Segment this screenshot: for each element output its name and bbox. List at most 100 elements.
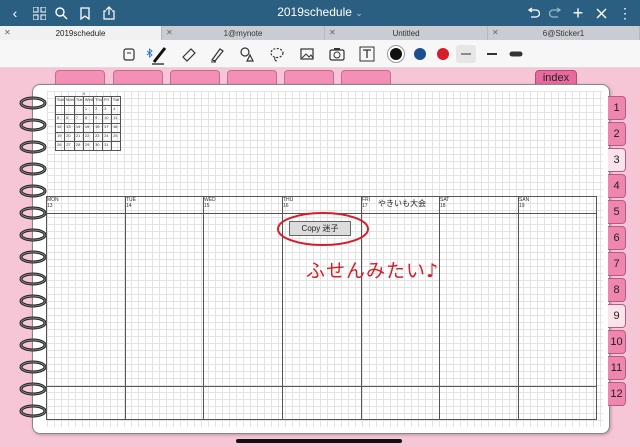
month-tab-12[interactable]: 12 <box>608 382 626 406</box>
document-title-text: 2019schedule <box>277 5 352 19</box>
month-tab-3[interactable]: 3 <box>608 148 626 172</box>
mini-calendar: Sun Mon Tue Wed Thu Fri Sat 1 2 3 4 5 6 … <box>54 96 122 151</box>
day-cell[interactable]: 12 <box>54 123 66 133</box>
lasso-icon[interactable] <box>268 45 286 63</box>
day-cell[interactable] <box>64 105 75 115</box>
day-cell[interactable]: 29 <box>82 141 95 151</box>
close-icon[interactable]: ✕ <box>4 28 11 37</box>
home-indicator[interactable] <box>236 439 402 443</box>
day-cell[interactable]: 5 <box>54 114 66 124</box>
day-cell[interactable]: 31 <box>102 141 113 151</box>
highlighter-icon[interactable] <box>208 45 226 63</box>
day-column-mon[interactable] <box>46 196 47 420</box>
day-cell[interactable]: 18 <box>111 123 122 133</box>
tab-2019schedule[interactable]: ✕ 2019schedule <box>0 26 162 40</box>
month-tab-2[interactable]: 2 <box>608 122 626 146</box>
stroke-thin[interactable] <box>456 45 476 63</box>
close-icon[interactable]: ✕ <box>166 28 173 37</box>
month-tab-11[interactable]: 11 <box>608 356 626 380</box>
day-header-sat: SAT 18 <box>439 196 449 213</box>
day-cell[interactable]: 10 <box>102 114 113 124</box>
day-cell[interactable]: 21 <box>73 132 84 142</box>
month-tab-8[interactable]: 8 <box>608 278 626 302</box>
day-column-wed[interactable] <box>203 196 204 420</box>
color-red[interactable] <box>437 48 449 60</box>
day-cell[interactable]: 20 <box>64 132 75 142</box>
text-tool-icon[interactable] <box>358 45 376 63</box>
day-cell[interactable]: 25 <box>111 132 122 142</box>
sticky-note[interactable]: Copy 迷子 <box>289 221 351 236</box>
handwritten-annotation[interactable]: ふせんみたい♪ <box>306 256 439 283</box>
tab-untitled[interactable]: ✕ Untitled <box>325 26 488 40</box>
month-tab-9[interactable]: 9 <box>608 304 626 328</box>
day-cell[interactable] <box>54 105 66 115</box>
day-cell[interactable]: 3 <box>102 105 113 115</box>
close-icon[interactable]: ✕ <box>492 28 499 37</box>
day-date: 19 <box>519 203 525 209</box>
day-cell[interactable]: 7 <box>73 114 84 124</box>
day-cell[interactable] <box>111 141 122 151</box>
day-cell[interactable]: 23 <box>93 132 104 142</box>
weekday-label: Fri <box>102 96 113 106</box>
undo-icon[interactable] <box>524 4 542 22</box>
day-cell[interactable]: 6 <box>64 114 75 124</box>
month-tab-7[interactable]: 7 <box>608 252 626 276</box>
friday-event-note[interactable]: やきいも大会 <box>378 198 426 209</box>
day-cell[interactable]: 11 <box>111 114 122 124</box>
day-cell[interactable]: 15 <box>82 123 95 133</box>
tab-mynote[interactable]: ✕ 1@mynote <box>162 26 325 40</box>
add-page-icon[interactable]: + <box>569 3 587 23</box>
day-cell[interactable]: 27 <box>64 141 75 151</box>
day-column-sat[interactable] <box>439 196 440 420</box>
day-cell[interactable]: 14 <box>73 123 84 133</box>
day-cell[interactable]: 13 <box>64 123 75 133</box>
day-cell[interactable]: 2 <box>93 105 104 115</box>
day-cell[interactable]: 8 <box>82 114 95 124</box>
tools-icon[interactable] <box>592 4 610 22</box>
drawing-toolbar <box>0 40 640 68</box>
camera-icon[interactable] <box>328 45 346 63</box>
day-cell[interactable]: 9 <box>93 114 104 124</box>
month-tab-6[interactable]: 6 <box>608 226 626 250</box>
ring-icon <box>19 184 47 198</box>
day-cell[interactable]: 26 <box>54 141 66 151</box>
ring-icon <box>19 162 47 176</box>
day-cell[interactable]: 17 <box>102 123 113 133</box>
stroke-medium[interactable] <box>482 45 502 63</box>
tab-sticker1[interactable]: ✕ 6@Sticker1 <box>488 26 640 40</box>
eraser-icon[interactable] <box>180 45 198 63</box>
nav-bar: ‹ 2019schedule ⌄ + ⋮ <box>0 0 640 26</box>
tab-label: 6@Sticker1 <box>542 28 585 38</box>
pen-icon[interactable] <box>150 45 168 65</box>
day-column-sun[interactable] <box>518 196 519 420</box>
day-cell[interactable]: 24 <box>102 132 113 142</box>
color-black[interactable] <box>390 48 402 60</box>
day-date: 15 <box>204 203 210 209</box>
day-cell[interactable]: 28 <box>73 141 84 151</box>
month-tab-1[interactable]: 1 <box>608 96 626 120</box>
day-cell[interactable]: 1 <box>82 105 95 115</box>
day-cell[interactable]: 30 <box>93 141 104 151</box>
document-title[interactable]: 2019schedule ⌄ <box>0 5 640 19</box>
close-icon[interactable]: ✕ <box>329 28 336 37</box>
ring-icon <box>19 272 47 286</box>
day-cell[interactable]: 19 <box>54 132 66 142</box>
more-icon[interactable]: ⋮ <box>616 4 634 22</box>
ring-icon <box>19 404 47 418</box>
day-cell[interactable] <box>73 105 84 115</box>
lasso-mode-icon[interactable] <box>120 45 138 63</box>
shapes-icon[interactable] <box>238 45 256 63</box>
image-icon[interactable] <box>298 45 316 63</box>
weekday-label: Thu <box>93 96 104 106</box>
month-tab-4[interactable]: 4 <box>608 174 626 198</box>
stroke-thick[interactable] <box>506 45 526 63</box>
weekday-label: Mon <box>64 96 75 106</box>
day-column-tue[interactable] <box>125 196 126 420</box>
day-cell[interactable]: 16 <box>93 123 104 133</box>
day-cell[interactable]: 4 <box>111 105 122 115</box>
color-blue[interactable] <box>414 48 426 60</box>
month-tab-10[interactable]: 10 <box>608 330 626 354</box>
day-cell[interactable]: 22 <box>82 132 95 142</box>
month-tab-5[interactable]: 5 <box>608 200 626 224</box>
redo-icon[interactable] <box>546 4 564 22</box>
